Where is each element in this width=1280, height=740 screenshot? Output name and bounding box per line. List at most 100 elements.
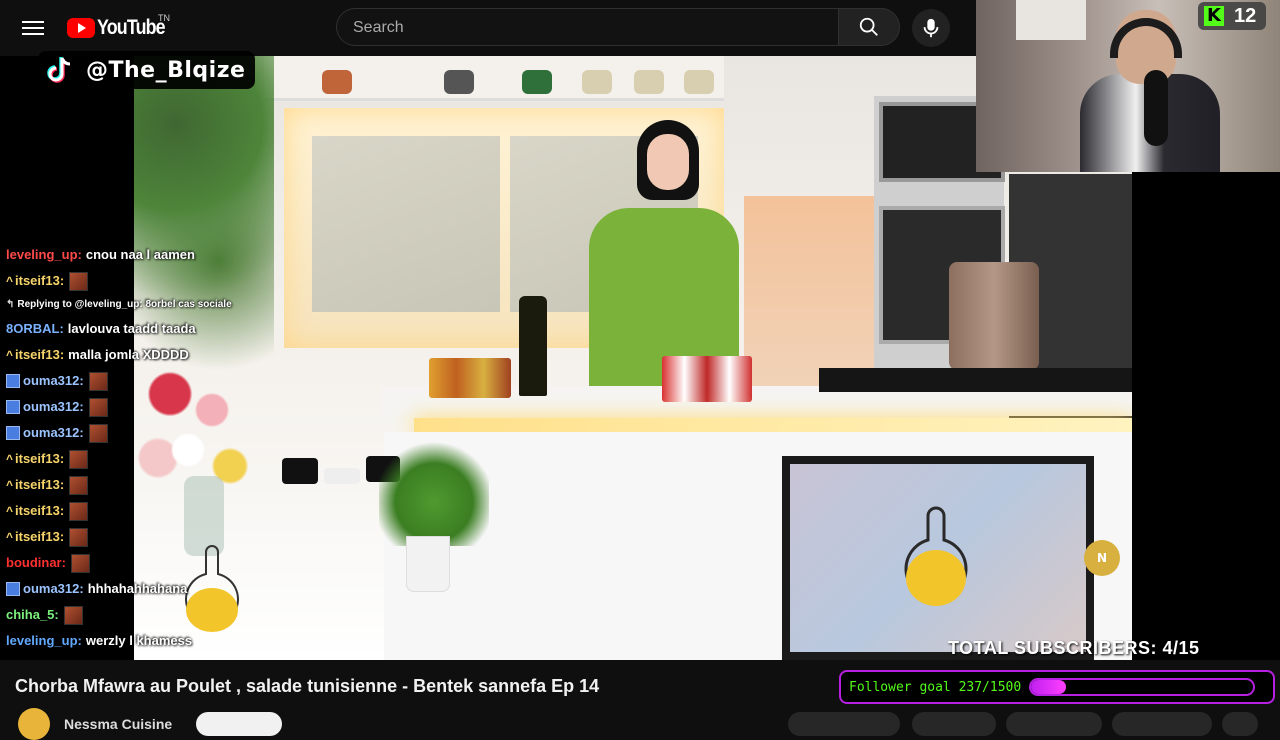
chat-reply-context: ↰ Replying to @leveling_up: 8orbel cas s… — [6, 294, 306, 316]
chat-message: ouma312: — [6, 394, 306, 420]
subscriber-counter: TOTAL SUBSCRIBERS: 4/15 — [948, 638, 1200, 658]
chat-username[interactable]: ouma312: — [23, 579, 84, 599]
tiktok-icon — [47, 57, 71, 83]
chat-emote-icon — [88, 397, 108, 417]
search-input[interactable] — [351, 9, 825, 47]
kick-icon: K — [1204, 6, 1224, 26]
voice-search-button[interactable] — [912, 9, 950, 47]
nessma-channel-icon: N — [1084, 540, 1120, 576]
webcam-background-window — [1016, 0, 1086, 40]
plant-pot — [406, 536, 450, 592]
search-button[interactable] — [838, 8, 900, 46]
wall-panel — [744, 196, 874, 396]
chat-message: ^ itseif13: malla jomla XDDDD — [6, 342, 306, 368]
search-icon — [859, 17, 878, 36]
subscriber-badge-icon — [6, 426, 20, 440]
chat-text: malla jomla XDDDD — [68, 347, 189, 362]
video-title: Chorba Mfawra au Poulet , salade tunisie… — [15, 676, 600, 696]
jar — [634, 70, 664, 94]
show-logo-icon — [904, 506, 968, 606]
microphone-icon — [923, 18, 939, 38]
channel-name[interactable]: Nessma Cuisine — [64, 716, 172, 732]
chat-message: ouma312: — [6, 420, 306, 446]
subscriber-badge-icon — [6, 374, 20, 388]
chat-emote-icon — [69, 501, 89, 521]
crown-badge-icon: ^ — [6, 478, 14, 492]
youtube-logo-text: YouTube — [97, 16, 166, 39]
more-actions-button[interactable] — [1222, 712, 1258, 736]
right-panel — [1132, 172, 1280, 660]
crown-badge-icon: ^ — [6, 274, 14, 288]
chat-message: ouma312: — [6, 368, 306, 394]
chat-username[interactable]: itseif13: — [15, 449, 64, 469]
clip-button[interactable] — [1112, 712, 1212, 736]
chat-username[interactable]: leveling_up: — [6, 631, 82, 651]
subscriber-badge-icon — [6, 400, 20, 414]
tv-screen — [782, 456, 1094, 660]
tiktok-handle: @The_Blqize — [86, 57, 246, 83]
chat-username[interactable]: itseif13: — [15, 475, 64, 495]
chat-emote-icon — [69, 449, 89, 469]
counter-light — [414, 418, 1132, 432]
chat-message: 8ORBAL: lavlouva taadd taada — [6, 316, 306, 342]
chat-message: boudinar: — [6, 550, 306, 576]
jar — [444, 70, 474, 94]
jar — [322, 70, 352, 94]
bowl — [324, 468, 360, 484]
chat-emote-icon — [70, 553, 90, 573]
chat-emote-icon — [88, 371, 108, 391]
follower-goal-text: Follower goal 237/1500 — [849, 679, 1022, 695]
chat-emote-icon — [88, 423, 108, 443]
chat-username[interactable]: boudinar: — [6, 553, 66, 573]
youtube-play-icon — [67, 18, 95, 38]
reply-icon: ↰ — [6, 299, 15, 310]
kitchen-window — [312, 136, 500, 312]
tiktok-handle-tag: @The_Blqize — [38, 51, 256, 89]
download-button[interactable] — [1006, 712, 1102, 736]
chat-message: ^ itseif13: — [6, 446, 306, 472]
crown-badge-icon: ^ — [6, 452, 14, 466]
cooking-pot — [949, 262, 1039, 370]
chat-emote-icon — [69, 527, 89, 547]
share-button[interactable] — [912, 712, 996, 736]
chat-message: ^ itseif13: — [6, 472, 306, 498]
subscribe-button[interactable] — [196, 712, 282, 736]
chat-message: leveling_up: cnou naa l aamen — [6, 242, 306, 268]
microphone — [1144, 70, 1168, 146]
chat-username[interactable]: itseif13: — [15, 345, 64, 365]
chat-message: ^ itseif13: — [6, 524, 306, 550]
host-face — [647, 134, 689, 190]
youtube-header: YouTube TN — [0, 0, 976, 56]
chat-emote-icon — [69, 271, 89, 291]
kick-viewer-badge: K 12 — [1198, 2, 1266, 30]
chat-username[interactable]: ouma312: — [23, 371, 84, 391]
oil-bottle — [519, 296, 547, 396]
chat-text: Replying to @leveling_up: 8orbel cas soc… — [17, 299, 232, 310]
chat-username[interactable]: 8ORBAL: — [6, 319, 64, 339]
kitchen-shelf — [264, 56, 724, 101]
chat-username[interactable]: itseif13: — [15, 271, 64, 291]
like-dislike-button[interactable] — [788, 712, 900, 736]
chat-username[interactable]: itseif13: — [15, 527, 64, 547]
potted-plant — [379, 436, 489, 546]
chat-message: ^ itseif13: — [6, 268, 306, 294]
jar — [582, 70, 612, 94]
chat-username[interactable]: ouma312: — [23, 423, 84, 443]
chat-text: lavlouva taadd taada — [67, 321, 196, 336]
chat-message: leveling_up: werzly l khamess — [6, 628, 306, 654]
chat-username[interactable]: leveling_up: — [6, 245, 82, 265]
chat-messages: leveling_up: cnou naa l aamen ^ itseif13: ↰ … — [6, 242, 306, 654]
menu-icon[interactable] — [22, 17, 44, 39]
chat-emote-icon — [63, 605, 83, 625]
chat-username[interactable]: itseif13: — [15, 501, 64, 521]
ingredient-packages — [662, 356, 752, 402]
channel-avatar[interactable] — [18, 708, 50, 740]
spice-jars — [429, 358, 511, 398]
chat-username[interactable]: ouma312: — [23, 397, 84, 417]
channel-row: Nessma Cuisine — [18, 708, 172, 740]
chat-username[interactable]: chiha_5: — [6, 605, 59, 625]
chat-text: werzly l khamess — [85, 633, 193, 648]
chat-message: ouma312: hhhahahhahana — [6, 576, 306, 602]
crown-badge-icon: ^ — [6, 504, 14, 518]
chat-message: chiha_5: — [6, 602, 306, 628]
